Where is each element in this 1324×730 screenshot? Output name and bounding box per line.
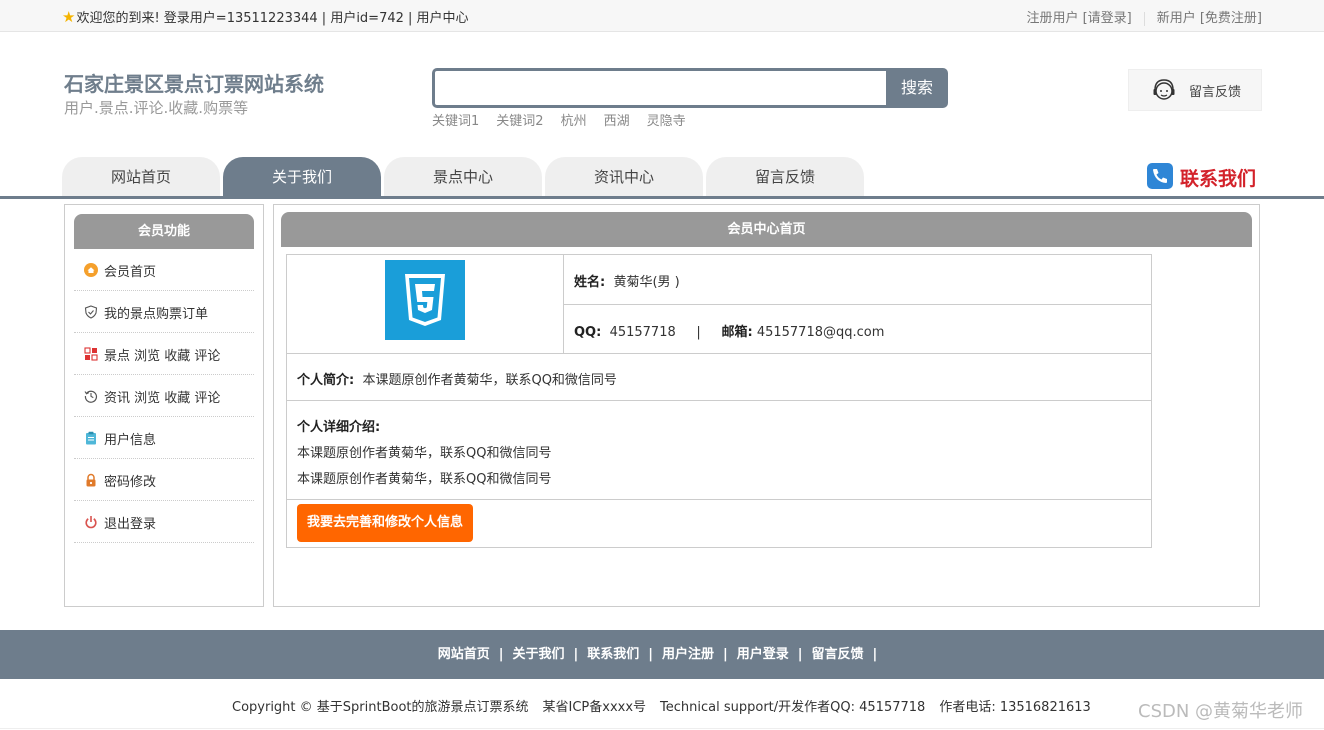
phone-text: 作者电话: 13516821613 (939, 700, 1091, 715)
hotword-link[interactable]: 关键词1 (432, 114, 479, 129)
customer-service-icon (1153, 79, 1175, 100)
sidebar-title: 会员功能 (74, 214, 254, 249)
hotword-link[interactable]: 关键词2 (496, 114, 543, 129)
register-link[interactable]: 新用户 [免费注册] (1157, 11, 1262, 26)
sidebar-item-news[interactable]: 资讯 浏览 收藏 评论 (74, 375, 254, 417)
name-label: 姓名: (574, 275, 606, 290)
shield-icon (84, 305, 98, 319)
divider: | (648, 647, 653, 662)
feedback-button[interactable]: 留言反馈 (1128, 69, 1262, 111)
icp-text: 某省ICP备xxxx号 (542, 700, 647, 715)
hotword-link[interactable]: 西湖 (604, 114, 630, 129)
detail-line: 本课题原创作者黄菊华，联系QQ和微信同号 (297, 472, 552, 487)
welcome-text: ★欢迎您的到来! 登录用户=13511223344 | 用户id=742 | 用… (62, 7, 469, 26)
divider: | (498, 647, 504, 662)
sidebar-item-label: 密码修改 (104, 475, 157, 490)
grid-icon (84, 347, 98, 361)
divider (287, 499, 1151, 500)
contact-us-label: 联系我们 (1180, 168, 1257, 190)
footer-link-home[interactable]: 网站首页 (438, 647, 490, 662)
lock-icon (86, 473, 96, 487)
login-link[interactable]: 注册用户 [请登录] (1026, 11, 1131, 26)
contact-field: QQ: 45157718 | 邮箱: 45157718@qq.com (574, 321, 884, 340)
welcome-label[interactable]: 欢迎您的到来! 登录用户=13511223344 | 用户id=742 | 用户… (76, 11, 468, 26)
profile-card: 姓名: 黄菊华(男 ) QQ: 45157718 | 邮箱: 45157718@… (286, 254, 1152, 548)
search-input[interactable] (432, 68, 902, 108)
sidebar-item-label: 用户信息 (104, 433, 157, 448)
sidebar-item-attractions[interactable]: 景点 浏览 收藏 评论 (74, 333, 254, 375)
top-bar: ★欢迎您的到来! 登录用户=13511223344 | 用户id=742 | 用… (0, 0, 1324, 32)
sidebar-item-member-home[interactable]: 会员首页 (74, 249, 254, 291)
tab-news[interactable]: 资讯中心 (545, 157, 703, 197)
history-icon (84, 390, 98, 403)
copyright-line: Copyright © 基于SprintBoot的旅游景点订票系统 某省ICP备x… (232, 696, 1105, 715)
footer-link-contact[interactable]: 联系我们 (587, 647, 639, 662)
tab-feedback[interactable]: 留言反馈 (706, 157, 864, 197)
footer-link-login[interactable]: 用户登录 (737, 647, 789, 662)
phone-icon (1147, 163, 1173, 189)
sidebar-item-label: 退出登录 (104, 517, 157, 532)
footer-link-register[interactable]: 用户注册 (662, 647, 714, 662)
watermark: CSDN @黄菊华老师 (1138, 701, 1304, 722)
sidebar-item-user-info[interactable]: 用户信息 (74, 417, 254, 459)
home-icon (84, 263, 98, 277)
sidebar-item-label: 我的景点购票订单 (104, 307, 209, 322)
copyright-text: Copyright © 基于SprintBoot的旅游景点订票系统 (232, 700, 529, 715)
panel-title: 会员中心首页 (281, 212, 1252, 247)
email-label: 邮箱: (721, 325, 753, 340)
intro-field: 个人简介: 本课题原创作者黄菊华，联系QQ和微信同号 (297, 369, 617, 388)
intro-value: 本课题原创作者黄菊华，联系QQ和微信同号 (362, 373, 617, 388)
sidebar-item-orders[interactable]: 我的景点购票订单 (74, 291, 254, 333)
avatar-cell (287, 255, 564, 353)
divider (287, 400, 1151, 401)
star-icon: ★ (62, 8, 76, 26)
footer-link-about[interactable]: 关于我们 (512, 647, 564, 662)
site-subtitle: 用户.景点.评论.收藏.购票等 (64, 99, 249, 117)
site-title: 石家庄景区景点订票网站系统 (64, 72, 324, 96)
qq-label: QQ: (574, 325, 602, 340)
edit-profile-button[interactable]: 我要去完善和修改个人信息 (297, 504, 473, 542)
divider: | (872, 647, 878, 662)
footer-link-feedback[interactable]: 留言反馈 (812, 647, 864, 662)
divider (563, 304, 1151, 305)
hot-keywords: 关键词1 关键词2 杭州 西湖 灵隐寺 (432, 110, 703, 129)
email-value: 45157718@qq.com (756, 325, 885, 340)
divider (1143, 11, 1145, 26)
support-text: Technical support/开发作者QQ: 45157718 (660, 700, 926, 715)
detail-label: 个人详细介绍: (297, 420, 381, 435)
tab-about[interactable]: 关于我们 (223, 157, 381, 197)
search-button[interactable]: 搜索 (886, 68, 948, 108)
nav-underline (0, 196, 1324, 199)
detail-line: 本课题原创作者黄菊华，联系QQ和微信同号 (297, 446, 552, 461)
name-field: 姓名: 黄菊华(男 ) (574, 271, 680, 290)
field-separator: | (696, 325, 701, 340)
sidebar-item-change-password[interactable]: 密码修改 (74, 459, 254, 501)
tab-home[interactable]: 网站首页 (62, 157, 220, 197)
sidebar-item-logout[interactable]: 退出登录 (74, 501, 254, 543)
account-links: 注册用户 [请登录] 新用户 [免费注册] (1026, 7, 1262, 26)
member-center-panel: 会员中心首页 姓名: 黄菊华(男 ) QQ: 45157718 | 邮箱: 45… (273, 204, 1260, 607)
clipboard-icon (86, 431, 96, 445)
hotword-link[interactable]: 灵隐寺 (647, 114, 686, 129)
divider (287, 353, 1151, 354)
power-icon (85, 516, 97, 529)
sidebar-item-label: 会员首页 (104, 265, 157, 280)
tab-attractions[interactable]: 景点中心 (384, 157, 542, 197)
sidebar-item-label: 景点 浏览 收藏 评论 (104, 349, 221, 364)
feedback-label: 留言反馈 (1189, 85, 1242, 100)
search-bar: 搜索 (432, 68, 948, 108)
divider (0, 728, 1324, 729)
name-value: 黄菊华(男 ) (613, 275, 680, 290)
divider: | (573, 647, 579, 662)
footer-nav: 网站首页 | 关于我们 | 联系我们 | 用户注册 | 用户登录 | 留言反馈 | (0, 630, 1324, 679)
divider: | (797, 647, 803, 662)
qq-value: 45157718 (609, 325, 676, 340)
avatar (385, 260, 465, 340)
divider: | (723, 647, 728, 662)
intro-label: 个人简介: (297, 373, 355, 388)
hotword-link[interactable]: 杭州 (561, 114, 587, 129)
member-sidebar: 会员功能 会员首页 我的景点购票订单 景点 浏览 收藏 评论 资讯 浏览 收藏 … (64, 204, 264, 607)
sidebar-item-label: 资讯 浏览 收藏 评论 (104, 391, 221, 406)
